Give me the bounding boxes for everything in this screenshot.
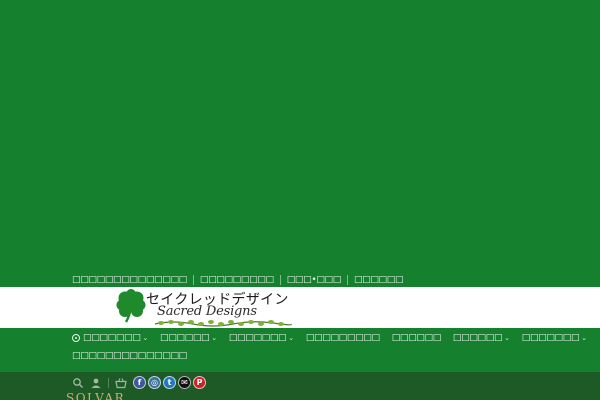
main-nav: □□□□□□□ ⌄ □□□□□□ ⌄ □□□□□□□ ⌄ □□□□□□□□□ □…: [72, 331, 587, 363]
twitter-icon[interactable]: t: [163, 376, 176, 389]
chevron-down-icon: ⌄: [142, 334, 149, 342]
facebook-icon[interactable]: f: [133, 376, 146, 389]
main-nav-item-3[interactable]: □□□□□□□ ⌄: [229, 333, 294, 343]
email-icon[interactable]: ✉: [178, 376, 191, 389]
site-logo[interactable]: セイクレッドデザイン Sacred Designs: [115, 288, 300, 328]
bottom-bar: f ◎ t ✉ P SOLVAR: [0, 372, 600, 400]
main-nav-label: □□□□□□□□□: [305, 333, 380, 343]
main-nav-label: □□□□□□□: [521, 333, 580, 343]
basket-icon[interactable]: [115, 377, 127, 389]
home-icon: [72, 334, 80, 342]
vine-decoration: [154, 320, 292, 327]
main-nav-row-2: □□□□□□□□□□□□□□: [72, 349, 522, 363]
main-nav-row-1: □□□□□□□ ⌄ □□□□□□ ⌄ □□□□□□□ ⌄ □□□□□□□□□ □…: [72, 331, 587, 345]
footer-brand-text: SOLVAR: [66, 391, 126, 400]
user-icon[interactable]: [90, 377, 102, 389]
instagram-icon[interactable]: ◎: [148, 376, 161, 389]
main-nav-label: □□□□□□: [391, 333, 442, 343]
top-nav: □□□□□□□□□□□□□□ □□□□□□□□□ □□□•□□□ □□□□□□: [72, 274, 409, 286]
chevron-down-icon: ⌄: [581, 334, 587, 342]
page: { "colors": { "background": "#15802d", "…: [0, 0, 600, 400]
main-nav-item-6[interactable]: □□□□□□ ⌄: [453, 333, 510, 343]
main-nav-label: □□□□□□□: [83, 333, 141, 343]
main-nav-item-2[interactable]: □□□□□□ ⌄: [160, 333, 217, 343]
main-nav-label: □□□□□□: [452, 333, 503, 343]
chevron-down-icon: ⌄: [211, 334, 217, 342]
top-nav-item-4[interactable]: □□□□□□: [348, 274, 409, 286]
main-nav-label: □□□□□□□□□□□□□□: [72, 351, 187, 361]
logo-english-text: Sacred Designs: [157, 304, 257, 319]
main-nav-item-7[interactable]: □□□□□□□ ⌄: [522, 333, 587, 343]
main-nav-label: □□□□□□: [160, 333, 210, 343]
tools-divider: [108, 377, 109, 388]
main-nav-item-8[interactable]: □□□□□□□□□□□□□□: [72, 351, 187, 361]
main-nav-label: □□□□□□□: [228, 333, 287, 343]
top-nav-item-2[interactable]: □□□□□□□□□: [194, 274, 280, 286]
header-tools: f ◎ t ✉ P: [72, 376, 208, 389]
chevron-down-icon: ⌄: [504, 334, 510, 342]
main-nav-item-4[interactable]: □□□□□□□□□: [306, 333, 380, 343]
brand-bar: セイクレッドデザイン Sacred Designs: [0, 287, 600, 328]
chevron-down-icon: ⌄: [288, 334, 294, 342]
main-nav-item-home[interactable]: □□□□□□□ ⌄: [72, 333, 148, 343]
top-nav-item-1[interactable]: □□□□□□□□□□□□□□: [72, 274, 193, 286]
four-leaf-clover-icon: [116, 289, 146, 323]
search-icon[interactable]: [72, 377, 84, 389]
top-nav-item-3[interactable]: □□□•□□□: [281, 274, 347, 286]
pinterest-icon[interactable]: P: [193, 376, 206, 389]
main-nav-item-5[interactable]: □□□□□□: [391, 333, 442, 343]
